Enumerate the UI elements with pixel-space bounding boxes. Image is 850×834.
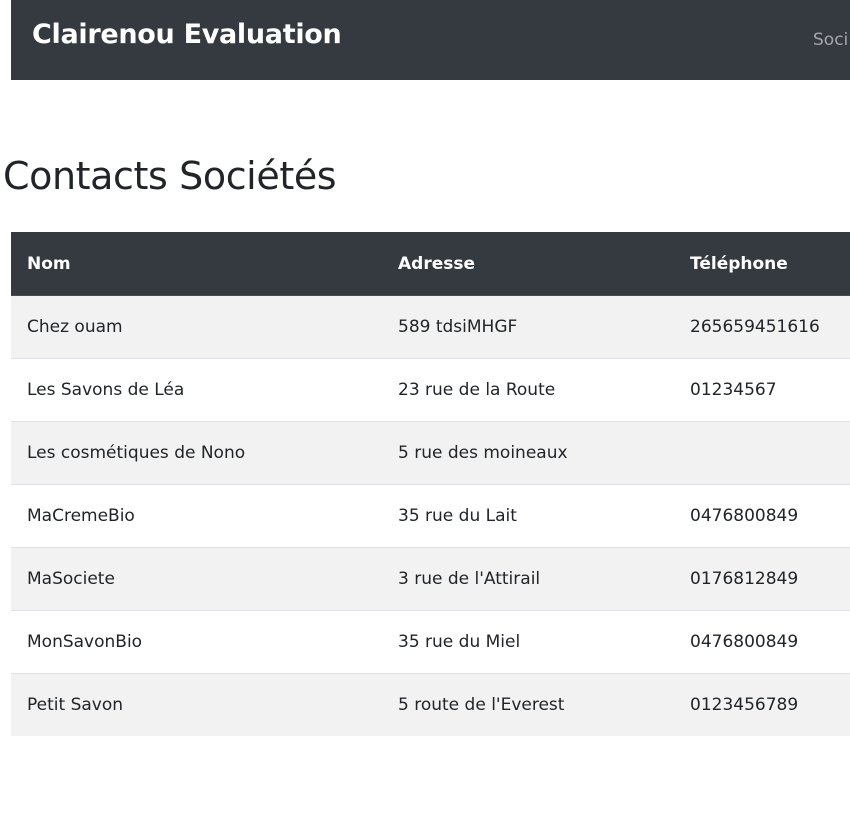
cell-adresse: 5 rue des moineaux (382, 421, 674, 485)
page-title: Contacts Sociétés (3, 154, 337, 198)
cell-nom: Les cosmétiques de Nono (11, 421, 382, 485)
cell-nom: MaCremeBio (11, 484, 382, 548)
cell-nom: MonSavonBio (11, 610, 382, 674)
cell-adresse: 5 route de l'Everest (382, 673, 674, 736)
column-header-telephone: Téléphone (674, 232, 850, 296)
cell-adresse: 23 rue de la Route (382, 358, 674, 422)
cell-nom: Chez ouam (11, 295, 382, 359)
nav-link-societes[interactable]: Soci (813, 30, 848, 50)
table-row: Petit Savon 5 route de l'Everest 0123456… (11, 673, 850, 736)
cell-adresse: 589 tdsiMHGF (382, 295, 674, 359)
column-header-nom: Nom (11, 232, 382, 296)
column-header-adresse: Adresse (382, 232, 674, 296)
cell-telephone: 0176812849 (674, 547, 850, 611)
table-row: MonSavonBio 35 rue du Miel 0476800849 (11, 610, 850, 674)
cell-telephone (674, 421, 850, 485)
table-row: MaCremeBio 35 rue du Lait 0476800849 (11, 484, 850, 548)
top-navbar: Clairenou Evaluation Soci (11, 0, 850, 80)
table-row: Les cosmétiques de Nono 5 rue des moinea… (11, 421, 850, 485)
table-row: Les Savons de Léa 23 rue de la Route 012… (11, 358, 850, 422)
cell-nom: Petit Savon (11, 673, 382, 736)
table-header: Nom Adresse Téléphone (11, 232, 850, 296)
cell-telephone: 0476800849 (674, 610, 850, 674)
cell-telephone: 0123456789 (674, 673, 850, 736)
cell-adresse: 3 rue de l'Attirail (382, 547, 674, 611)
cell-adresse: 35 rue du Lait (382, 484, 674, 548)
table-row: MaSociete 3 rue de l'Attirail 0176812849 (11, 547, 850, 611)
table-body: Chez ouam 589 tdsiMHGF 265659451616 Les … (11, 295, 850, 736)
cell-adresse: 35 rue du Miel (382, 610, 674, 674)
cell-telephone: 01234567 (674, 358, 850, 422)
cell-telephone: 265659451616 (674, 295, 850, 359)
contacts-table: Nom Adresse Téléphone Chez ouam 589 tdsi… (11, 232, 850, 736)
table-header-row: Nom Adresse Téléphone (11, 232, 850, 296)
navbar-brand[interactable]: Clairenou Evaluation (32, 19, 342, 50)
cell-telephone: 0476800849 (674, 484, 850, 548)
table-row: Chez ouam 589 tdsiMHGF 265659451616 (11, 295, 850, 359)
cell-nom: MaSociete (11, 547, 382, 611)
cell-nom: Les Savons de Léa (11, 358, 382, 422)
